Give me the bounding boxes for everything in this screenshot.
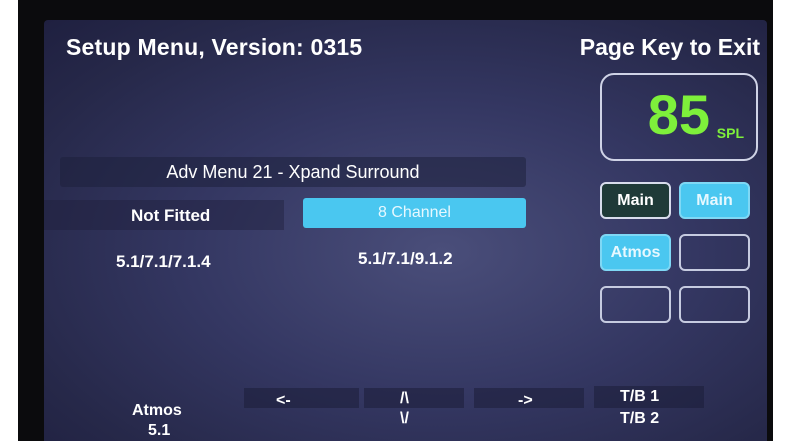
left-arrow-softkey[interactable]: <-: [276, 392, 291, 410]
tb1-softkey[interactable]: T/B 1: [620, 388, 659, 406]
right-margin: [773, 0, 787, 441]
spl-unit: SPL: [716, 125, 744, 141]
spl-value: 85: [647, 83, 710, 146]
empty-button-3[interactable]: [679, 286, 750, 323]
option-5-1-7-1-7-1-4[interactable]: 5.1/7.1/7.1.4: [116, 252, 211, 272]
up-arrow-softkey[interactable]: /\: [400, 390, 409, 408]
softkey-band-left: [244, 388, 359, 408]
empty-button-2[interactable]: [600, 286, 671, 323]
page-title: Setup Menu, Version: 0315: [66, 34, 363, 60]
softkey-band-up: [364, 388, 464, 408]
left-margin: [0, 0, 18, 441]
menu-title: Adv Menu 21 - Xpand Surround: [166, 162, 420, 182]
empty-button-1[interactable]: [679, 234, 750, 271]
tb2-softkey[interactable]: T/B 2: [620, 410, 659, 428]
option-not-fitted[interactable]: Not Fitted: [131, 206, 210, 226]
right-arrow-softkey[interactable]: ->: [518, 392, 533, 410]
atmos-softkey-value: 5.1: [148, 422, 171, 439]
main-button-right[interactable]: Main: [679, 182, 750, 219]
display-screen: Setup Menu, Version: 0315 Page Key to Ex…: [44, 20, 767, 441]
exit-hint: Page Key to Exit: [579, 34, 760, 60]
atmos-button[interactable]: Atmos: [600, 234, 671, 271]
main-button-left[interactable]: Main: [600, 182, 671, 219]
atmos-softkey-label[interactable]: Atmos: [132, 402, 182, 420]
spl-meter: 85 SPL: [600, 73, 758, 161]
down-arrow-softkey[interactable]: \/: [400, 410, 409, 428]
menu-header: Adv Menu 21 - Xpand Surround: [60, 157, 526, 187]
option-8-channel-selected[interactable]: 8 Channel: [303, 198, 526, 228]
option-5-1-7-1-9-1-2[interactable]: 5.1/7.1/9.1.2: [358, 249, 453, 269]
